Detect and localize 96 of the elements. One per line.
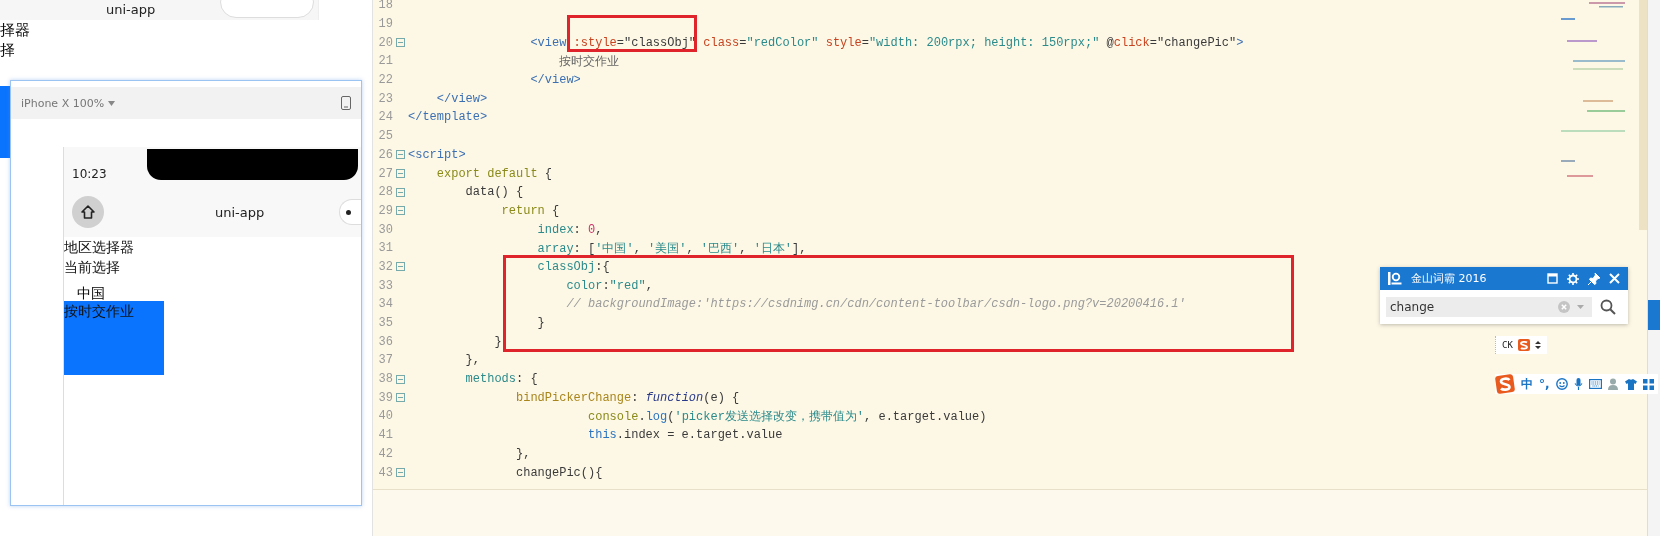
fold-icon[interactable] (396, 206, 405, 216)
code-line: console.log('picker发送选择改变，携带值为', e.target.value) (588, 408, 987, 425)
line-number: 32 (377, 259, 393, 274)
code-line: </template> (408, 110, 488, 125)
fold-icon[interactable] (396, 38, 405, 48)
code-line: 按时交作业 (559, 53, 620, 70)
grid-icon[interactable] (1642, 378, 1654, 390)
view-block (0, 86, 10, 158)
phone-icon[interactable] (341, 96, 351, 110)
label-text: 当前选择 (64, 258, 120, 277)
line-number: 42 (377, 446, 393, 461)
home-icon (80, 204, 96, 220)
close-icon[interactable] (1609, 273, 1620, 284)
line-number: 33 (377, 278, 393, 293)
line-number: 41 (377, 428, 393, 443)
line-number: 31 (377, 241, 393, 256)
fold-icon[interactable] (396, 393, 405, 403)
keyboard-icon[interactable] (1588, 379, 1602, 389)
up-down-arrows-icon[interactable] (1534, 340, 1541, 350)
shirt-icon[interactable] (1624, 378, 1637, 390)
sogou-logo-icon[interactable] (1517, 339, 1530, 351)
picker-value[interactable]: 中国 (77, 285, 105, 301)
view-text: 按时交作业 (64, 303, 134, 319)
line-number: 21 (377, 54, 393, 69)
user-icon[interactable] (1607, 378, 1619, 390)
code-line: data() { (465, 185, 524, 200)
search-field[interactable]: change (1386, 297, 1592, 317)
line-number: 28 (377, 185, 393, 200)
line-number: 20 (377, 35, 393, 50)
device-dropdown[interactable]: iPhone X 100% (21, 96, 116, 110)
code-line: } (537, 316, 545, 331)
line-number: 37 (377, 353, 393, 368)
code-line: // backgroundImage:'https://csdnimg.cn/cdn/content-toolbar/csdn-logo.png?v=20200416.1' (566, 297, 1186, 312)
line-number: 36 (377, 334, 393, 349)
fold-icon[interactable] (396, 150, 405, 160)
code-line: classObj:{ (537, 259, 610, 274)
code-line: } (494, 334, 502, 349)
line-number: 25 (377, 129, 393, 144)
label-text: 地区选择器 (64, 238, 134, 257)
nav-title: uni-app (106, 2, 156, 18)
code-line: }, (516, 446, 531, 461)
line-number: 43 (377, 465, 393, 480)
settings-icon[interactable] (1567, 272, 1579, 285)
code-line: }, (465, 353, 480, 368)
dictionary-title: 金山词霸 2016 (1411, 271, 1487, 286)
code-line: </view> (530, 73, 581, 88)
line-number: 39 (377, 390, 393, 405)
line-number: 19 (377, 17, 393, 32)
line-number: 34 (377, 297, 393, 312)
home-button[interactable] (72, 196, 104, 228)
dictionary-logo-icon (1388, 272, 1402, 285)
code-line: bindPickerChange: function(e) { (516, 390, 740, 405)
code-line: <view :style="classObj" class="redColor" style="width: 200rpx; height: 150rpx;" @click="changePic"> (530, 35, 1244, 50)
code-line: export default { (436, 166, 553, 181)
line-number: 35 (377, 316, 393, 331)
line-number: 30 (377, 222, 393, 237)
fold-icon[interactable] (396, 374, 405, 384)
caret-icon (108, 100, 116, 106)
sogou-logo-icon[interactable] (1495, 374, 1515, 394)
code-line: color:"red", (566, 278, 653, 293)
fold-icon[interactable] (396, 262, 405, 272)
dropdown-caret-icon[interactable] (1577, 305, 1584, 309)
code-line: changePic(){ (516, 465, 603, 480)
input-mode-toggle[interactable]: 中 (1521, 375, 1533, 393)
code-line: index: 0, (537, 222, 603, 237)
scrollbar[interactable] (1639, 0, 1647, 230)
code-line: array: ['中国', '美国', '巴西', '日本'], (537, 240, 807, 257)
tap-view[interactable]: 按时交作业 (64, 301, 164, 375)
status-time: 10:23 (72, 167, 107, 181)
fold-icon[interactable] (396, 187, 405, 197)
capsule-button[interactable] (339, 199, 361, 225)
line-number: 23 (377, 91, 393, 106)
line-number: 27 (377, 166, 393, 181)
line-number: 40 (377, 409, 393, 424)
smiley-icon[interactable] (1555, 378, 1568, 390)
line-number: 24 (377, 110, 393, 125)
line-number: 18 (377, 0, 393, 13)
line-number: 38 (377, 372, 393, 387)
line-number: 26 (377, 147, 393, 162)
code-line: <script> (408, 147, 466, 162)
code-line: </view> (436, 91, 488, 106)
code-line: this.index = e.target.value (588, 428, 783, 443)
pin-icon[interactable] (1588, 272, 1600, 285)
microphone-icon[interactable] (1573, 378, 1583, 390)
nav-title: uni-app (215, 204, 265, 220)
line-number: 22 (377, 73, 393, 88)
code-line: return { (501, 203, 560, 218)
punctuation-toggle[interactable]: °, (1539, 377, 1550, 391)
preview-text: 择 (0, 40, 16, 60)
fold-icon[interactable] (396, 468, 405, 478)
ime-mode-text: CK (1502, 340, 1513, 350)
fold-icon[interactable] (396, 169, 405, 179)
preview-text: 择器 (0, 20, 31, 40)
code-line: methods: { (465, 372, 538, 387)
line-number: 29 (377, 203, 393, 218)
window-icon[interactable] (1547, 273, 1558, 284)
